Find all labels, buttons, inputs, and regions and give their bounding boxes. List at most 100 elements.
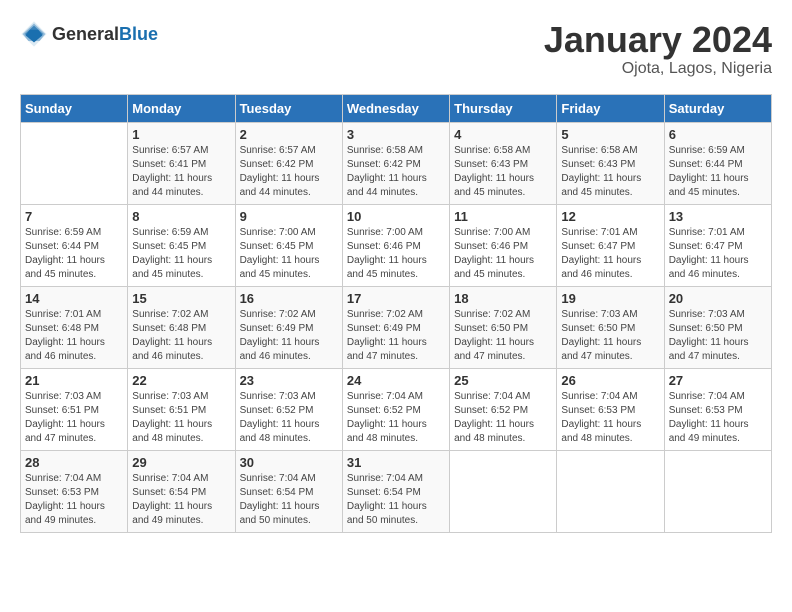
calendar-cell: 8 Sunrise: 6:59 AMSunset: 6:45 PMDaylight… bbox=[128, 204, 235, 286]
day-info: Sunrise: 7:01 AMSunset: 6:47 PMDaylight:… bbox=[561, 226, 659, 282]
calendar-cell bbox=[664, 450, 771, 532]
calendar-cell: 15 Sunrise: 7:02 AMSunset: 6:48 PMDayligh… bbox=[128, 286, 235, 368]
day-info: Sunrise: 7:02 AMSunset: 6:48 PMDaylight:… bbox=[132, 308, 230, 364]
calendar-cell: 24 Sunrise: 7:04 AMSunset: 6:52 PMDayligh… bbox=[342, 368, 449, 450]
calendar-cell: 27 Sunrise: 7:04 AMSunset: 6:53 PMDayligh… bbox=[664, 368, 771, 450]
calendar-cell: 29 Sunrise: 7:04 AMSunset: 6:54 PMDayligh… bbox=[128, 450, 235, 532]
day-number: 9 bbox=[240, 209, 338, 224]
calendar-cell: 20Sunrise: 7:03 AMSunset: 6:50 PMDayligh… bbox=[664, 286, 771, 368]
day-info: Sunrise: 7:04 AMSunset: 6:53 PMDaylight:… bbox=[25, 472, 123, 528]
day-info: Sunrise: 7:03 AMSunset: 6:51 PMDaylight:… bbox=[132, 390, 230, 446]
day-number: 21 bbox=[25, 373, 123, 388]
day-number: 16 bbox=[240, 291, 338, 306]
calendar-cell bbox=[450, 450, 557, 532]
day-number: 5 bbox=[561, 127, 659, 142]
calendar-week-3: 14 Sunrise: 7:01 AMSunset: 6:48 PMDayligh… bbox=[21, 286, 772, 368]
calendar-cell: 4 Sunrise: 6:58 AMSunset: 6:43 PMDaylight… bbox=[450, 122, 557, 204]
day-info: Sunrise: 7:01 AMSunset: 6:47 PMDaylight:… bbox=[669, 226, 767, 282]
calendar-cell: 11Sunrise: 7:00 AMSunset: 6:46 PMDayligh… bbox=[450, 204, 557, 286]
day-number: 10 bbox=[347, 209, 445, 224]
day-number: 8 bbox=[132, 209, 230, 224]
calendar-table: SundayMondayTuesdayWednesdayThursdayFrid… bbox=[20, 94, 772, 533]
calendar-cell: 31 Sunrise: 7:04 AMSunset: 6:54 PMDayligh… bbox=[342, 450, 449, 532]
column-header-saturday: Saturday bbox=[664, 94, 771, 122]
calendar-cell: 3Sunrise: 6:58 AMSunset: 6:42 PMDaylight… bbox=[342, 122, 449, 204]
day-info: Sunrise: 6:59 AMSunset: 6:44 PMDaylight:… bbox=[669, 144, 767, 200]
day-info: Sunrise: 7:04 AMSunset: 6:52 PMDaylight:… bbox=[347, 390, 445, 446]
day-number: 11 bbox=[454, 209, 552, 224]
calendar-cell bbox=[557, 450, 664, 532]
day-info: Sunrise: 6:57 AMSunset: 6:41 PMDaylight:… bbox=[132, 144, 230, 200]
day-number: 24 bbox=[347, 373, 445, 388]
calendar-cell: 6 Sunrise: 6:59 AMSunset: 6:44 PMDaylight… bbox=[664, 122, 771, 204]
day-info: Sunrise: 7:04 AMSunset: 6:53 PMDaylight:… bbox=[669, 390, 767, 446]
calendar-cell: 25Sunrise: 7:04 AMSunset: 6:52 PMDayligh… bbox=[450, 368, 557, 450]
logo: General Blue bbox=[20, 20, 158, 48]
day-info: Sunrise: 7:01 AMSunset: 6:48 PMDaylight:… bbox=[25, 308, 123, 364]
column-header-sunday: Sunday bbox=[21, 94, 128, 122]
calendar-week-2: 7 Sunrise: 6:59 AMSunset: 6:44 PMDaylight… bbox=[21, 204, 772, 286]
day-number: 18 bbox=[454, 291, 552, 306]
calendar-cell: 2Sunrise: 6:57 AMSunset: 6:42 PMDaylight… bbox=[235, 122, 342, 204]
day-info: Sunrise: 6:57 AMSunset: 6:42 PMDaylight:… bbox=[240, 144, 338, 200]
page-header: General Blue January 2024 Ojota, Lagos, … bbox=[20, 20, 772, 78]
calendar-cell bbox=[21, 122, 128, 204]
day-number: 17 bbox=[347, 291, 445, 306]
day-info: Sunrise: 7:03 AMSunset: 6:52 PMDaylight:… bbox=[240, 390, 338, 446]
calendar-cell: 14 Sunrise: 7:01 AMSunset: 6:48 PMDayligh… bbox=[21, 286, 128, 368]
column-header-tuesday: Tuesday bbox=[235, 94, 342, 122]
day-number: 6 bbox=[669, 127, 767, 142]
day-number: 31 bbox=[347, 455, 445, 470]
day-info: Sunrise: 7:02 AMSunset: 6:49 PMDaylight:… bbox=[240, 308, 338, 364]
day-info: Sunrise: 7:04 AMSunset: 6:54 PMDaylight:… bbox=[347, 472, 445, 528]
calendar-cell: 7 Sunrise: 6:59 AMSunset: 6:44 PMDaylight… bbox=[21, 204, 128, 286]
calendar-cell: 23 Sunrise: 7:03 AMSunset: 6:52 PMDayligh… bbox=[235, 368, 342, 450]
day-info: Sunrise: 7:04 AMSunset: 6:52 PMDaylight:… bbox=[454, 390, 552, 446]
day-info: Sunrise: 7:03 AMSunset: 6:51 PMDaylight:… bbox=[25, 390, 123, 446]
day-info: Sunrise: 6:58 AMSunset: 6:43 PMDaylight:… bbox=[454, 144, 552, 200]
day-number: 15 bbox=[132, 291, 230, 306]
day-info: Sunrise: 6:58 AMSunset: 6:43 PMDaylight:… bbox=[561, 144, 659, 200]
calendar-cell: 10Sunrise: 7:00 AMSunset: 6:46 PMDayligh… bbox=[342, 204, 449, 286]
day-info: Sunrise: 7:04 AMSunset: 6:54 PMDaylight:… bbox=[132, 472, 230, 528]
calendar-header-row: SundayMondayTuesdayWednesdayThursdayFrid… bbox=[21, 94, 772, 122]
calendar-cell: 19 Sunrise: 7:03 AMSunset: 6:50 PMDayligh… bbox=[557, 286, 664, 368]
logo-blue-text: Blue bbox=[119, 24, 158, 45]
calendar-body: 1Sunrise: 6:57 AMSunset: 6:41 PMDaylight… bbox=[21, 122, 772, 532]
calendar-week-5: 28Sunrise: 7:04 AMSunset: 6:53 PMDayligh… bbox=[21, 450, 772, 532]
calendar-week-1: 1Sunrise: 6:57 AMSunset: 6:41 PMDaylight… bbox=[21, 122, 772, 204]
calendar-title: January 2024 bbox=[544, 20, 772, 60]
day-number: 12 bbox=[561, 209, 659, 224]
calendar-cell: 22 Sunrise: 7:03 AMSunset: 6:51 PMDayligh… bbox=[128, 368, 235, 450]
day-number: 27 bbox=[669, 373, 767, 388]
calendar-subtitle: Ojota, Lagos, Nigeria bbox=[544, 60, 772, 78]
calendar-cell: 9 Sunrise: 7:00 AMSunset: 6:45 PMDaylight… bbox=[235, 204, 342, 286]
calendar-cell: 13Sunrise: 7:01 AMSunset: 6:47 PMDayligh… bbox=[664, 204, 771, 286]
calendar-cell: 28Sunrise: 7:04 AMSunset: 6:53 PMDayligh… bbox=[21, 450, 128, 532]
logo-general-text: General bbox=[52, 24, 119, 45]
day-number: 29 bbox=[132, 455, 230, 470]
day-info: Sunrise: 7:02 AMSunset: 6:49 PMDaylight:… bbox=[347, 308, 445, 364]
calendar-cell: 18 Sunrise: 7:02 AMSunset: 6:50 PMDayligh… bbox=[450, 286, 557, 368]
title-block: January 2024 Ojota, Lagos, Nigeria bbox=[544, 20, 772, 78]
day-number: 7 bbox=[25, 209, 123, 224]
day-number: 14 bbox=[25, 291, 123, 306]
day-number: 19 bbox=[561, 291, 659, 306]
day-number: 23 bbox=[240, 373, 338, 388]
day-info: Sunrise: 7:04 AMSunset: 6:53 PMDaylight:… bbox=[561, 390, 659, 446]
column-header-wednesday: Wednesday bbox=[342, 94, 449, 122]
calendar-week-4: 21 Sunrise: 7:03 AMSunset: 6:51 PMDayligh… bbox=[21, 368, 772, 450]
calendar-cell: 16 Sunrise: 7:02 AMSunset: 6:49 PMDayligh… bbox=[235, 286, 342, 368]
day-info: Sunrise: 7:00 AMSunset: 6:45 PMDaylight:… bbox=[240, 226, 338, 282]
day-info: Sunrise: 7:02 AMSunset: 6:50 PMDaylight:… bbox=[454, 308, 552, 364]
day-info: Sunrise: 6:59 AMSunset: 6:45 PMDaylight:… bbox=[132, 226, 230, 282]
day-info: Sunrise: 7:03 AMSunset: 6:50 PMDaylight:… bbox=[669, 308, 767, 364]
day-info: Sunrise: 7:03 AMSunset: 6:50 PMDaylight:… bbox=[561, 308, 659, 364]
day-number: 4 bbox=[454, 127, 552, 142]
day-number: 3 bbox=[347, 127, 445, 142]
calendar-cell: 30Sunrise: 7:04 AMSunset: 6:54 PMDayligh… bbox=[235, 450, 342, 532]
column-header-monday: Monday bbox=[128, 94, 235, 122]
day-info: Sunrise: 6:59 AMSunset: 6:44 PMDaylight:… bbox=[25, 226, 123, 282]
calendar-cell: 5 Sunrise: 6:58 AMSunset: 6:43 PMDaylight… bbox=[557, 122, 664, 204]
day-number: 22 bbox=[132, 373, 230, 388]
